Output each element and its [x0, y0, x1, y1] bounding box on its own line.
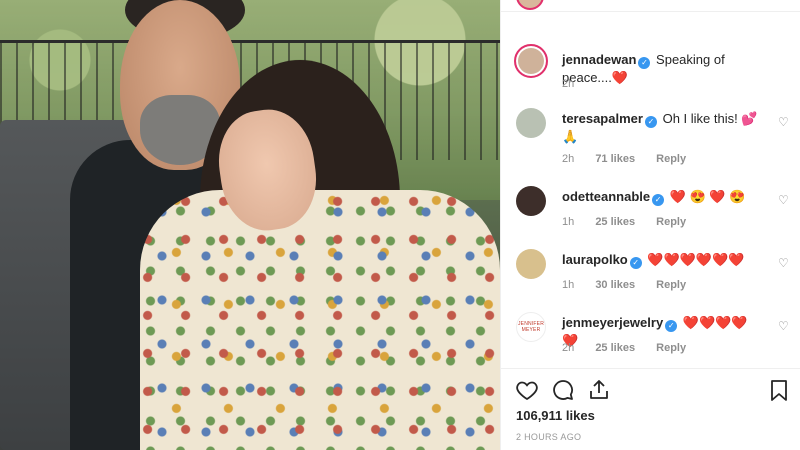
- comment-username[interactable]: teresapalmer: [562, 111, 643, 126]
- reply-button[interactable]: Reply: [656, 279, 686, 291]
- commenter-avatar[interactable]: JENNIFER MEYER: [516, 312, 546, 342]
- brand-logo-text: JENNIFER MEYER: [517, 321, 545, 333]
- comment-meta: 1h 30 likes Reply: [562, 279, 686, 291]
- comment-username[interactable]: laurapolko: [562, 252, 628, 267]
- post-header: [501, 0, 800, 12]
- caption-username[interactable]: jennadewan: [562, 52, 636, 67]
- reply-button[interactable]: Reply: [656, 153, 686, 165]
- photo-floral-dress: [140, 190, 500, 450]
- caption-time: 2h: [562, 78, 575, 90]
- comment-time: 1h: [562, 216, 575, 228]
- comment-like-heart-icon[interactable]: ♡: [778, 194, 790, 206]
- verified-badge-icon: ✓: [638, 57, 651, 69]
- share-icon[interactable]: [587, 378, 611, 402]
- comment-meta: 2h 25 likes Reply: [562, 342, 686, 354]
- verified-badge-icon: ✓: [652, 194, 665, 206]
- comment-meta: 2h 71 likes Reply: [562, 153, 686, 165]
- likes-count[interactable]: 106,911 likes: [516, 408, 595, 423]
- comment-like-heart-icon[interactable]: ♡: [778, 116, 790, 128]
- comment-time: 2h: [562, 153, 575, 165]
- comment-time: 1h: [562, 279, 575, 291]
- comment-like-heart-icon[interactable]: ♡: [778, 257, 790, 269]
- comment-username[interactable]: jenmeyerjewelry: [562, 315, 663, 330]
- comment-meta: 1h 25 likes Reply: [562, 216, 686, 228]
- comment-text: ❤️❤️❤️❤️❤️❤️: [647, 252, 745, 267]
- action-bar: [515, 378, 791, 404]
- header-avatar[interactable]: [516, 0, 544, 10]
- comment-likes[interactable]: 25 likes: [595, 342, 635, 354]
- bookmark-icon[interactable]: [767, 378, 791, 402]
- comments-panel: jennadewan ✓ Speaking of peace....❤️ 2h t…: [500, 0, 800, 450]
- comment-body: teresapalmer ✓ Oh I like this! 💕🙏: [562, 110, 762, 145]
- post-photo[interactable]: [0, 0, 500, 450]
- comment-text: ❤️ 😍 ❤️ 😍: [669, 189, 746, 204]
- comment-like-heart-icon[interactable]: ♡: [778, 320, 790, 332]
- comment-time: 2h: [562, 342, 575, 354]
- verified-badge-icon: ✓: [629, 257, 642, 269]
- commenter-avatar[interactable]: [516, 186, 546, 216]
- comment-icon[interactable]: [551, 378, 575, 402]
- heart-icon[interactable]: [515, 378, 539, 402]
- commenter-avatar[interactable]: [516, 249, 546, 279]
- caption-body: jennadewan ✓ Speaking of peace....❤️: [562, 51, 762, 86]
- comment-likes[interactable]: 25 likes: [595, 216, 635, 228]
- author-avatar[interactable]: [514, 44, 548, 78]
- reply-button[interactable]: Reply: [656, 342, 686, 354]
- post-timestamp: 2 HOURS AGO: [516, 432, 582, 442]
- comment-body: odetteannable ✓ ❤️ 😍 ❤️ 😍: [562, 188, 762, 206]
- comment-likes[interactable]: 30 likes: [595, 279, 635, 291]
- verified-badge-icon: ✓: [665, 320, 678, 332]
- photo-railing: [0, 40, 500, 43]
- comment-username[interactable]: odetteannable: [562, 189, 650, 204]
- verified-badge-icon: ✓: [644, 116, 657, 128]
- caption-meta: 2h: [562, 78, 574, 90]
- comment-likes[interactable]: 71 likes: [595, 153, 635, 165]
- comment-body: laurapolko ✓ ❤️❤️❤️❤️❤️❤️: [562, 251, 762, 269]
- actions-divider: [501, 368, 800, 369]
- reply-button[interactable]: Reply: [656, 216, 686, 228]
- commenter-avatar[interactable]: [516, 108, 546, 138]
